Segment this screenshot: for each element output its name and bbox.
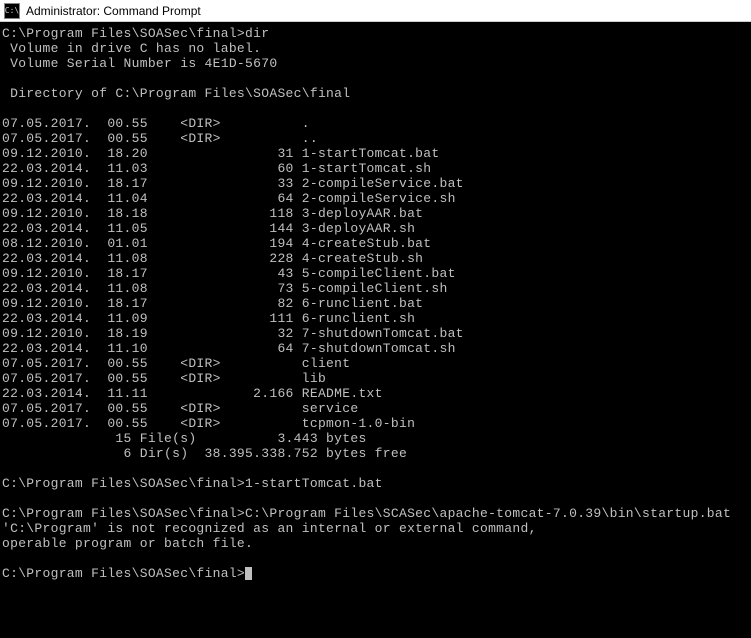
dir-row: 09.12.2010. 18.17 43 5-compileClient.bat (2, 266, 456, 281)
dir-row: 09.12.2010. 18.17 82 6-runclient.bat (2, 296, 423, 311)
dir-row: 07.05.2017. 00.55 <DIR> . (2, 116, 310, 131)
window-title-bar[interactable]: C:\ Administrator: Command Prompt (0, 0, 751, 22)
prompt-line: C:\Program Files\SOASec\final> (2, 566, 245, 581)
dir-row: 22.03.2014. 11.04 64 2-compileService.sh (2, 191, 456, 206)
dir-row: 22.03.2014. 11.03 60 1-startTomcat.sh (2, 161, 431, 176)
window-title: Administrator: Command Prompt (26, 4, 201, 18)
output-line: Volume in drive C has no label. (2, 41, 261, 56)
dir-row: 22.03.2014. 11.08 228 4-createStub.sh (2, 251, 423, 266)
dir-row: 09.12.2010. 18.17 33 2-compileService.ba… (2, 176, 464, 191)
dir-row: 09.12.2010. 18.18 118 3-deployAAR.bat (2, 206, 423, 221)
cursor (245, 567, 252, 580)
dir-row: 22.03.2014. 11.05 144 3-deployAAR.sh (2, 221, 415, 236)
output-line: Volume Serial Number is 4E1D-5670 (2, 56, 277, 71)
dir-row: 07.05.2017. 00.55 <DIR> lib (2, 371, 326, 386)
dir-row: 09.12.2010. 18.20 31 1-startTomcat.bat (2, 146, 439, 161)
summary-line: 15 File(s) 3.443 bytes (2, 431, 367, 446)
error-line: 'C:\Program' is not recognized as an int… (2, 521, 537, 536)
dir-row: 22.03.2014. 11.08 73 5-compileClient.sh (2, 281, 448, 296)
summary-line: 6 Dir(s) 38.395.338.752 bytes free (2, 446, 407, 461)
prompt-line: C:\Program Files\SOASec\final>1-startTom… (2, 476, 383, 491)
dir-row: 22.03.2014. 11.09 111 6-runclient.sh (2, 311, 415, 326)
cmd-icon: C:\ (4, 3, 20, 19)
terminal-output[interactable]: C:\Program Files\SOASec\final>dir Volume… (0, 22, 751, 638)
prompt-line: C:\Program Files\SOASec\final>C:\Program… (2, 506, 731, 521)
dir-row: 07.05.2017. 00.55 <DIR> tcpmon-1.0-bin (2, 416, 415, 431)
dir-row: 08.12.2010. 01.01 194 4-createStub.bat (2, 236, 431, 251)
prompt-line: C:\Program Files\SOASec\final>dir (2, 26, 269, 41)
output-line: Directory of C:\Program Files\SOASec\fin… (2, 86, 350, 101)
dir-row: 09.12.2010. 18.19 32 7-shutdownTomcat.ba… (2, 326, 464, 341)
dir-row: 07.05.2017. 00.55 <DIR> service (2, 401, 358, 416)
dir-row: 07.05.2017. 00.55 <DIR> client (2, 356, 350, 371)
dir-row: 07.05.2017. 00.55 <DIR> .. (2, 131, 318, 146)
dir-row: 22.03.2014. 11.11 2.166 README.txt (2, 386, 383, 401)
dir-row: 22.03.2014. 11.10 64 7-shutdownTomcat.sh (2, 341, 456, 356)
error-line: operable program or batch file. (2, 536, 253, 551)
